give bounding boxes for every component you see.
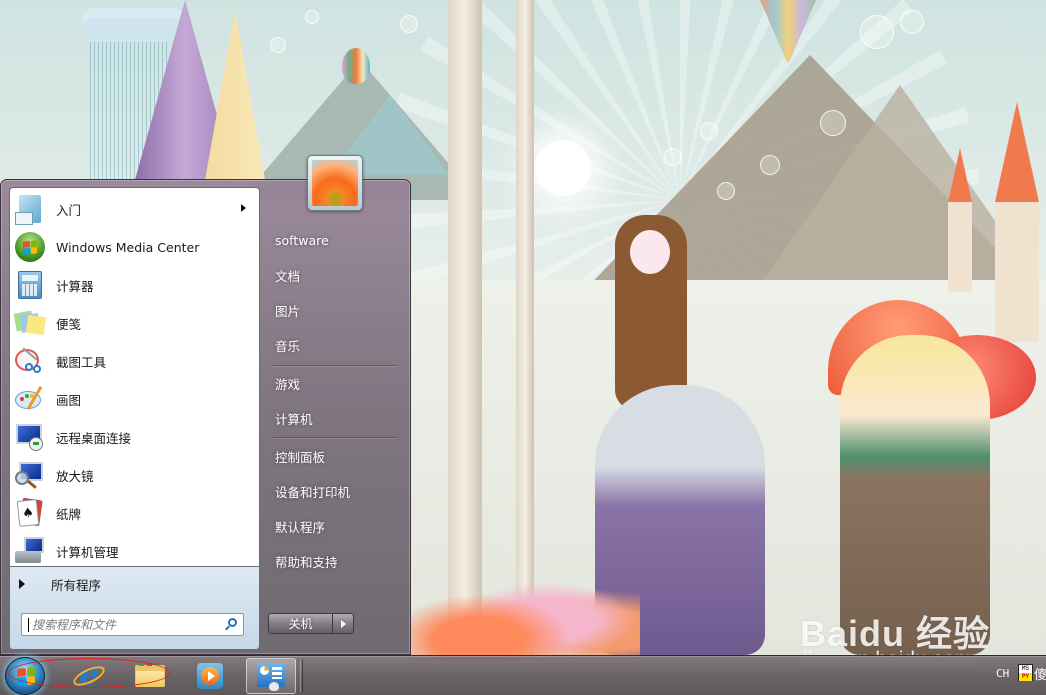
sticky-notes-icon [13, 307, 47, 339]
program-label: 远程桌面连接 [56, 430, 132, 446]
ime-status-char[interactable]: 傻 [1034, 664, 1046, 683]
wallpaper-bubble [664, 148, 682, 166]
remote-desktop-icon [14, 421, 46, 453]
program-label: 画图 [56, 392, 82, 408]
wallpaper-flowers [410, 560, 640, 660]
all-programs-arrow-icon [19, 579, 25, 589]
right-item-music[interactable]: 音乐 [267, 330, 397, 360]
all-programs-label: 所有程序 [51, 577, 102, 593]
taskbar-divider [300, 660, 303, 692]
wallpaper-tower [995, 202, 1039, 342]
windows-media-center-icon [14, 231, 46, 263]
calculator-icon [14, 269, 46, 301]
right-item-pictures[interactable]: 图片 [267, 295, 397, 325]
wallpaper-bubble [717, 182, 735, 200]
search-icon[interactable] [223, 617, 239, 633]
taskbar-media-player[interactable] [187, 658, 233, 694]
text-caret [28, 617, 29, 632]
wallpaper-bear-face [630, 230, 670, 274]
wallpaper-bubble [760, 155, 780, 175]
program-item-magnifier[interactable]: 放大镜 [14, 456, 256, 494]
ime-label-bottom: PY [1019, 673, 1032, 681]
program-item-snipping-tool[interactable]: 截图工具 [14, 342, 256, 380]
chevron-right-icon [340, 619, 346, 628]
start-search-input[interactable] [32, 617, 223, 632]
shutdown-button[interactable]: 关机 [268, 613, 333, 634]
snipping-tool-icon [14, 345, 46, 377]
wallpaper-bubble [305, 10, 319, 24]
program-item-remote-desktop[interactable]: 远程桌面连接 [14, 418, 256, 456]
getting-started-icon [14, 193, 46, 225]
wallpaper-hot-air-balloon [342, 48, 370, 84]
flower-user-picture [312, 160, 358, 206]
language-indicator[interactable]: CH [996, 667, 1009, 680]
wallpaper-sun [535, 140, 591, 196]
right-item-documents[interactable]: 文档 [267, 260, 397, 290]
program-label: 纸牌 [56, 506, 82, 522]
wallpaper-bubble [270, 37, 286, 53]
program-item-calculator[interactable]: 计算器 [14, 266, 256, 304]
program-item-computer-management[interactable]: 计算机管理 [14, 532, 256, 570]
program-label: 计算器 [56, 278, 94, 294]
wallpaper-bubble [900, 10, 924, 34]
computer-management-icon [14, 535, 46, 567]
user-account-picture[interactable] [307, 155, 363, 211]
all-programs-button[interactable]: 所有程序 [5, 571, 247, 597]
wallpaper-bubble [860, 15, 894, 49]
right-item-games[interactable]: 游戏 [267, 368, 397, 398]
program-item-sticky-notes[interactable]: 便笺 [13, 304, 256, 342]
start-menu-program-list: 入门 Windows Media Center 计算器 便笺 截图工具 画图 远… [9, 187, 260, 573]
folder-icon [135, 663, 165, 689]
shutdown-button-group: 关机 [268, 613, 354, 634]
taskbar-control-panel[interactable] [246, 658, 296, 694]
taskbar: e [0, 655, 1046, 695]
right-column-separator [273, 437, 397, 438]
program-item-solitaire[interactable]: ♠ 纸牌 [14, 494, 256, 532]
start-button[interactable] [5, 657, 45, 695]
right-item-control-panel[interactable]: 控制面板 [267, 441, 397, 471]
right-item-software[interactable]: software [267, 225, 397, 255]
windows-logo-icon [17, 667, 35, 686]
ime-icon[interactable]: MS PY [1018, 664, 1033, 681]
submenu-arrow-icon[interactable] [241, 204, 246, 212]
program-item-getting-started[interactable]: 入门 [14, 190, 256, 228]
wallpaper-cloud [82, 18, 186, 42]
start-menu: 入门 Windows Media Center 计算器 便笺 截图工具 画图 远… [0, 179, 411, 655]
wallpaper-tower [948, 202, 972, 292]
right-item-devices-printers[interactable]: 设备和打印机 [267, 476, 397, 506]
media-player-icon [197, 663, 223, 689]
right-item-computer[interactable]: 计算机 [267, 403, 397, 433]
taskbar-windows-explorer[interactable] [127, 658, 173, 694]
control-panel-icon [257, 663, 285, 691]
program-label: 截图工具 [56, 354, 107, 370]
solitaire-icon: ♠ [14, 497, 46, 529]
start-search-box[interactable] [21, 613, 244, 636]
ime-label-top: MS [1021, 665, 1030, 672]
program-item-paint[interactable]: 画图 [14, 380, 256, 418]
shutdown-options-button[interactable] [333, 613, 354, 634]
program-label: 放大镜 [56, 468, 94, 484]
program-label: Windows Media Center [56, 239, 200, 255]
program-label: 计算机管理 [56, 544, 119, 560]
right-item-default-programs[interactable]: 默认程序 [267, 511, 397, 541]
right-column-separator [273, 365, 397, 366]
internet-explorer-icon: e [70, 660, 108, 691]
program-label: 便笺 [56, 316, 82, 332]
wallpaper-bubble [700, 122, 718, 140]
taskbar-internet-explorer[interactable]: e [66, 658, 112, 694]
wallpaper-bubble [820, 110, 846, 136]
paint-icon [14, 383, 46, 415]
wallpaper-bubble [400, 15, 418, 33]
program-item-windows-media-center[interactable]: Windows Media Center [14, 228, 256, 266]
program-label: 入门 [56, 202, 82, 218]
right-item-help-support[interactable]: 帮助和支持 [267, 546, 397, 576]
magnifier-icon [14, 459, 46, 491]
